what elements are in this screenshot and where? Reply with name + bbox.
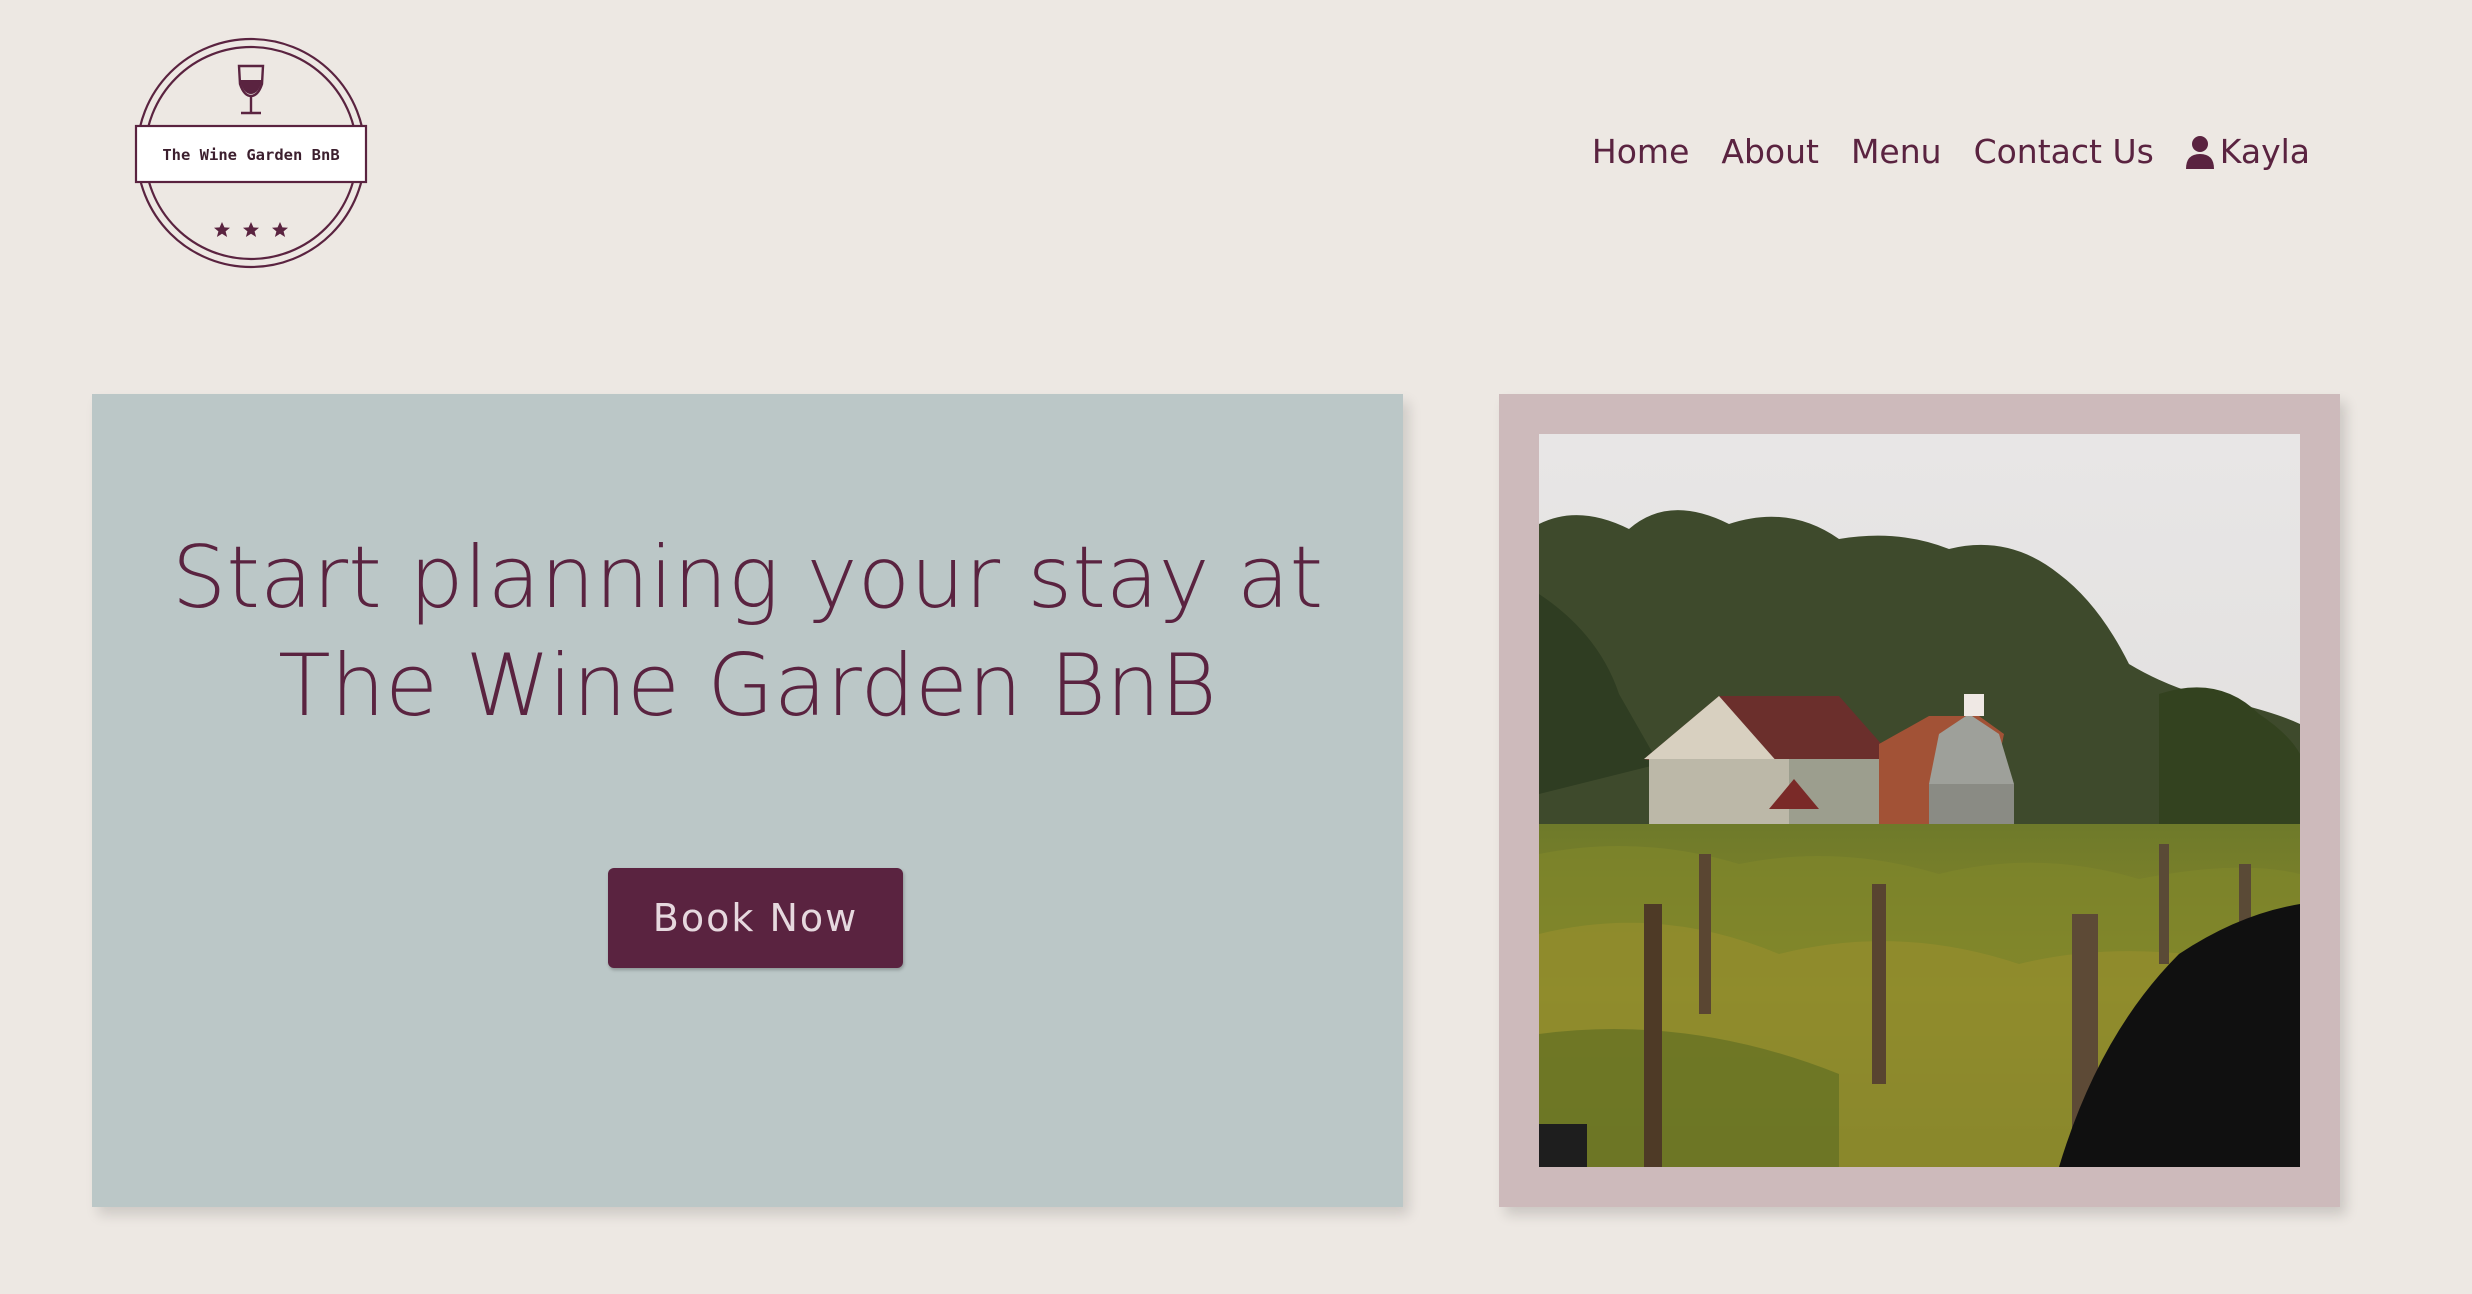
nav-contact-link[interactable]: Contact Us — [1974, 128, 2154, 176]
nav-user-name: Kayla — [2219, 132, 2310, 171]
hero-title-line-2: The Wine Garden BnB — [278, 636, 1217, 736]
main-nav: Home About Menu Contact Us Kayla — [1592, 128, 2310, 176]
vineyard-house-image — [1539, 434, 2300, 1167]
vineyard-photo-frame — [1499, 394, 2340, 1207]
brand-logo[interactable]: The Wine Garden BnB — [134, 36, 368, 270]
user-icon — [2185, 136, 2214, 169]
nav-about-link[interactable]: About — [1721, 128, 1819, 176]
book-now-button[interactable]: Book Now — [608, 868, 903, 968]
nav-menu-link[interactable]: Menu — [1851, 128, 1942, 176]
nav-home-link[interactable]: Home — [1592, 128, 1689, 176]
star-icon — [214, 222, 288, 237]
nav-user-account[interactable]: Kayla — [2185, 128, 2310, 176]
brand-logo-text: The Wine Garden BnB — [162, 146, 339, 164]
hero-title: Start planning your stay at The Wine Gar… — [92, 524, 1403, 740]
vineyard-photo — [1539, 434, 2300, 1167]
hero-panel: Start planning your stay at The Wine Gar… — [92, 394, 1403, 1207]
hero-title-line-1: Start planning your stay at — [171, 528, 1324, 628]
brand-logo-badge: The Wine Garden BnB — [134, 37, 368, 269]
wine-glass-icon — [237, 64, 265, 115]
